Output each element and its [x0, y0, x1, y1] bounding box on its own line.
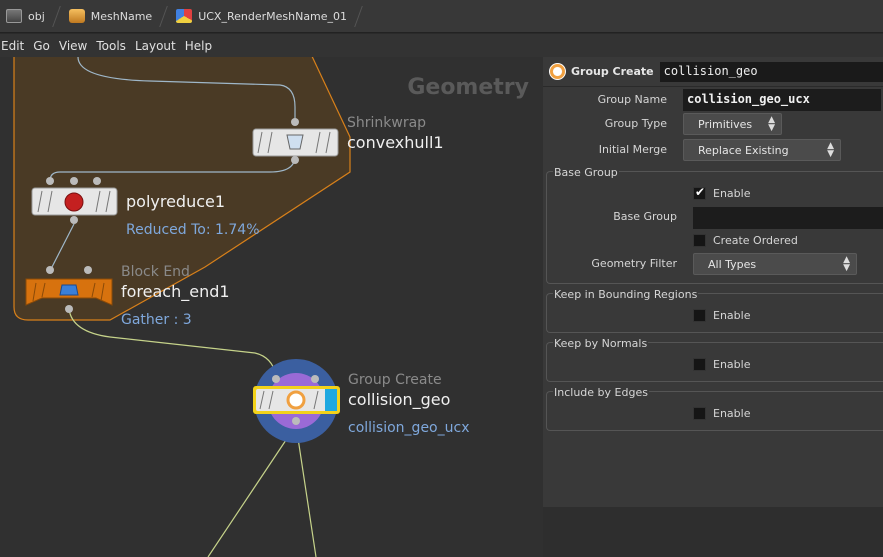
node-info-label: Reduced To: 1.74% [126, 222, 260, 238]
parameter-pane-empty [543, 507, 883, 557]
network-editor[interactable]: Geometry Shrinkwrap convexhull1 polyredu… [0, 57, 543, 557]
enable-label: Enable [713, 187, 751, 200]
node-info-label: collision_geo_ucx [348, 420, 470, 436]
keep-normals-enable-checkbox[interactable] [693, 358, 706, 371]
parameter-pane: Group Create collision_geo Group Name co… [543, 57, 883, 507]
base-group-label: Base Group [613, 210, 677, 223]
node-name-label[interactable]: polyreduce1 [126, 192, 225, 211]
folder-title: Base Group [553, 166, 619, 179]
node-type-label: Shrinkwrap [347, 115, 427, 131]
menu-arrows-icon: ▲ ▼ [768, 115, 775, 133]
node-type-label: Block End [121, 264, 190, 280]
initial-merge-label: Initial Merge [598, 143, 667, 156]
node-type-title: Group Create [571, 65, 654, 78]
node-info-label: Gather : 3 [121, 312, 192, 328]
path-crumb-meshname[interactable]: MeshName [63, 0, 162, 33]
geometry-object-icon [68, 9, 85, 23]
node-name-label[interactable]: convexhull1 [347, 133, 444, 152]
path-crumb-obj[interactable]: obj [0, 0, 55, 33]
create-ordered-label: Create Ordered [713, 234, 798, 247]
group-name-label: Group Name [597, 93, 667, 106]
param-row-group-type: Group Type Primitives ▲ ▼ [543, 113, 883, 135]
enable-label: Enable [713, 407, 751, 420]
menu-tools[interactable]: Tools [96, 39, 134, 53]
base-group-field[interactable] [693, 207, 883, 229]
param-row-initial-merge: Initial Merge Replace Existing ▲ ▼ [543, 139, 883, 161]
group-type-menu[interactable]: Primitives ▲ ▼ [683, 113, 782, 135]
menu-arrows-icon: ▲ ▼ [827, 141, 834, 159]
wire-out-b [295, 424, 317, 557]
param-header: Group Create collision_geo [543, 57, 883, 87]
group-name-field[interactable]: collision_geo_ucx [683, 89, 881, 111]
param-row-group-name: Group Name collision_geo_ucx [543, 89, 883, 111]
sop-network-icon [176, 9, 193, 23]
menu-arrows-icon: ▲ ▼ [843, 255, 850, 273]
enable-label: Enable [713, 358, 751, 371]
menu-help[interactable]: Help [185, 39, 220, 53]
context-label: Geometry [407, 75, 529, 100]
menu-bar: Edit Go View Tools Layout Help [0, 34, 883, 57]
create-ordered-checkbox[interactable] [693, 234, 706, 247]
node-name-label[interactable]: collision_geo [348, 390, 450, 409]
path-bar: obj MeshName UCX_RenderMeshName_01 [0, 0, 883, 33]
polyreduce-icon [64, 192, 84, 212]
enable-label: Enable [713, 309, 751, 322]
geometry-filter-menu[interactable]: All Types ▲ ▼ [693, 253, 857, 275]
block-end-icon [59, 284, 79, 296]
geometry-filter-label: Geometry Filter [591, 257, 677, 270]
folder-title: Keep by Normals [553, 337, 649, 350]
network-canvas [13, 57, 351, 557]
node-name-input[interactable]: collision_geo [659, 61, 883, 82]
group-type-label: Group Type [604, 117, 667, 130]
menu-edit[interactable]: Edit [0, 39, 32, 53]
menu-view[interactable]: View [59, 39, 95, 53]
base-group-enable-checkbox[interactable] [693, 185, 706, 200]
keep-bounding-enable-checkbox[interactable] [693, 309, 706, 322]
menu-layout[interactable]: Layout [135, 39, 184, 53]
initial-merge-menu[interactable]: Replace Existing ▲ ▼ [683, 139, 841, 161]
group-create-icon [286, 390, 306, 410]
path-crumb-ucx[interactable]: UCX_RenderMeshName_01 [170, 0, 357, 33]
object-network-icon [6, 9, 22, 23]
node-name-label[interactable]: foreach_end1 [121, 282, 230, 301]
folder-title: Keep in Bounding Regions [553, 288, 699, 301]
wire-out-a [207, 424, 297, 557]
node-type-label: Group Create [348, 372, 442, 388]
menu-go[interactable]: Go [33, 39, 58, 53]
node-collision-geo[interactable] [253, 359, 340, 443]
include-edges-enable-checkbox[interactable] [693, 407, 706, 420]
shrinkwrap-icon [286, 134, 304, 150]
group-create-icon[interactable] [549, 63, 566, 80]
folder-title: Include by Edges [553, 386, 649, 399]
